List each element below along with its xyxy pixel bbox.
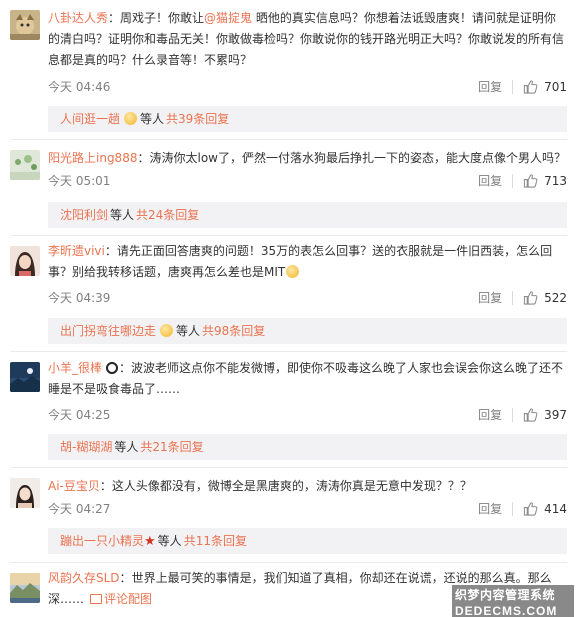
comment-meta: 今天 04:46 回复 701	[48, 78, 567, 94]
reply-button[interactable]: 回复	[478, 172, 502, 189]
reply-count-link[interactable]: 共21条回复	[140, 440, 203, 454]
avatar[interactable]	[10, 362, 40, 392]
reply-summary[interactable]: 人间逛一趟 等人 共39条回复	[48, 106, 567, 132]
reply-count-link[interactable]: 共24条回复	[136, 208, 199, 222]
comment-meta: 今天 05:01 回复 713	[48, 172, 567, 188]
avatar[interactable]	[10, 150, 40, 180]
avatar[interactable]	[10, 246, 40, 276]
like-count: 397	[544, 407, 567, 422]
divider	[512, 501, 514, 516]
timestamp: 今天 04:39	[48, 291, 111, 305]
emoji-icon	[160, 324, 174, 337]
reply-user-link[interactable]: 出门拐弯往哪边走	[60, 324, 156, 338]
reply-user-link[interactable]: 人间逛一趟	[60, 112, 120, 126]
reply-user-link[interactable]: 沈阳利剑	[60, 208, 108, 222]
picture-icon	[90, 594, 103, 604]
timestamp: 今天 04:27	[48, 502, 111, 516]
like-button[interactable]: 414	[523, 501, 567, 516]
comment-body: 小羊_很棒 ：波波老师这点你不能发微博，即使你不吸毒这么晚了人家也会误会你这么晚了…	[48, 361, 564, 396]
thumbs-up-icon	[523, 501, 538, 516]
thumbs-up-icon	[523, 407, 538, 422]
comment-text: 周戏子！你敢让	[120, 11, 205, 25]
thumbs-up-icon	[523, 79, 538, 94]
like-button[interactable]: 397	[523, 407, 567, 422]
watermark-line2: DEDECMS.COM	[452, 604, 574, 617]
timestamp: 今天 04:46	[48, 80, 111, 94]
timestamp: 今天 04:25	[48, 408, 111, 422]
emoji-icon	[286, 265, 300, 278]
avatar[interactable]	[10, 573, 40, 603]
reply-button[interactable]: 回复	[478, 289, 502, 306]
comment-body: 李昕遗vivi：请先正面回答唐爽的问题！35万的表怎么回事？送的衣服就是一件旧西…	[48, 244, 553, 279]
username-link[interactable]: 风韵久存SLD	[48, 571, 120, 585]
like-button[interactable]: 522	[523, 290, 567, 305]
reply-summary[interactable]: 出门拐弯往哪边走 等人 共98条回复	[48, 318, 567, 344]
like-count: 701	[544, 79, 567, 94]
divider	[10, 139, 567, 140]
reply-summary[interactable]: 蹦出一只小精灵★ 等人 共11条回复	[48, 528, 567, 554]
like-count: 414	[544, 501, 567, 516]
divider	[512, 407, 514, 422]
reply-button[interactable]: 回复	[478, 406, 502, 423]
divider	[512, 173, 514, 188]
reply-summary[interactable]: 胡-糊瑚湖 等人 共21条回复	[48, 434, 567, 460]
thumbs-up-icon	[523, 290, 538, 305]
reply-count-link[interactable]: 共11条回复	[184, 534, 247, 548]
mention-link[interactable]: @猫掟鬼	[204, 11, 252, 25]
comment-body: Ai-豆宝贝：这人头像都没有，微博全是黑唐爽的，涛涛你真是无意中发现？？？	[48, 479, 472, 493]
reply-user-link[interactable]: 胡-糊瑚湖	[60, 440, 112, 454]
avatar[interactable]	[10, 478, 40, 508]
comment-text: 这人头像都没有，微博全是黑唐爽的，涛涛你真是无意中发现？？？	[111, 479, 472, 493]
divider	[512, 290, 514, 305]
username-link[interactable]: 小羊_很棒	[48, 361, 102, 375]
reply-count-link[interactable]: 共39条回复	[166, 112, 229, 126]
star-icon: ★	[144, 534, 156, 549]
panda-icon	[106, 362, 119, 374]
avatar[interactable]	[10, 10, 40, 40]
divider	[10, 562, 567, 563]
reply-count-link[interactable]: 共98条回复	[202, 324, 265, 338]
reply-user-link[interactable]: 蹦出一只小精灵	[60, 534, 144, 548]
reply-button[interactable]: 回复	[478, 78, 502, 95]
comment-text: 请先正面回答唐爽的问题！35万的表怎么回事？送的衣服就是一件旧西装，怎么回事？别…	[48, 244, 553, 279]
like-count: 713	[544, 173, 567, 188]
like-button[interactable]: 713	[523, 173, 567, 188]
comment-meta: 今天 04:39 回复 522	[48, 289, 567, 305]
username-link[interactable]: 阳光路上ing888	[48, 151, 137, 165]
divider	[10, 467, 567, 468]
divider	[10, 235, 567, 236]
reply-summary[interactable]: 沈阳利剑 等人 共24条回复	[48, 202, 567, 228]
comment-meta: 今天 04:27 回复 414	[48, 500, 567, 516]
comment-text: 涛涛你太low了，俨然一付落水狗最后挣扎一下的姿态，能大度点像个男人吗？	[149, 151, 566, 165]
like-button[interactable]: 701	[523, 79, 567, 94]
timestamp: 今天 05:01	[48, 174, 111, 188]
username-link[interactable]: Ai-豆宝贝	[48, 479, 100, 493]
username-link[interactable]: 八卦达人秀	[48, 11, 108, 25]
emoji-icon	[124, 112, 138, 125]
reply-button[interactable]: 回复	[478, 500, 502, 517]
comment-meta: 今天 04:25 回复 397	[48, 406, 567, 422]
watermark: 织梦内容管理系统 DEDECMS.COM	[452, 585, 574, 617]
watermark-line1: 织梦内容管理系统	[452, 585, 574, 604]
like-count: 522	[544, 290, 567, 305]
divider	[10, 351, 567, 352]
comment-picture-link[interactable]: 评论配图	[104, 592, 152, 606]
divider	[512, 79, 514, 94]
username-link[interactable]: 李昕遗vivi	[48, 244, 105, 258]
comment-body: 阳光路上ing888：涛涛你太low了，俨然一付落水狗最后挣扎一下的姿态，能大度…	[48, 151, 566, 165]
comment-body: 八卦达人秀：周戏子！你敢让@猫掟鬼 晒他的真实信息吗？你想着法诋毁唐爽！请问就是…	[48, 11, 565, 67]
thumbs-up-icon	[523, 173, 538, 188]
